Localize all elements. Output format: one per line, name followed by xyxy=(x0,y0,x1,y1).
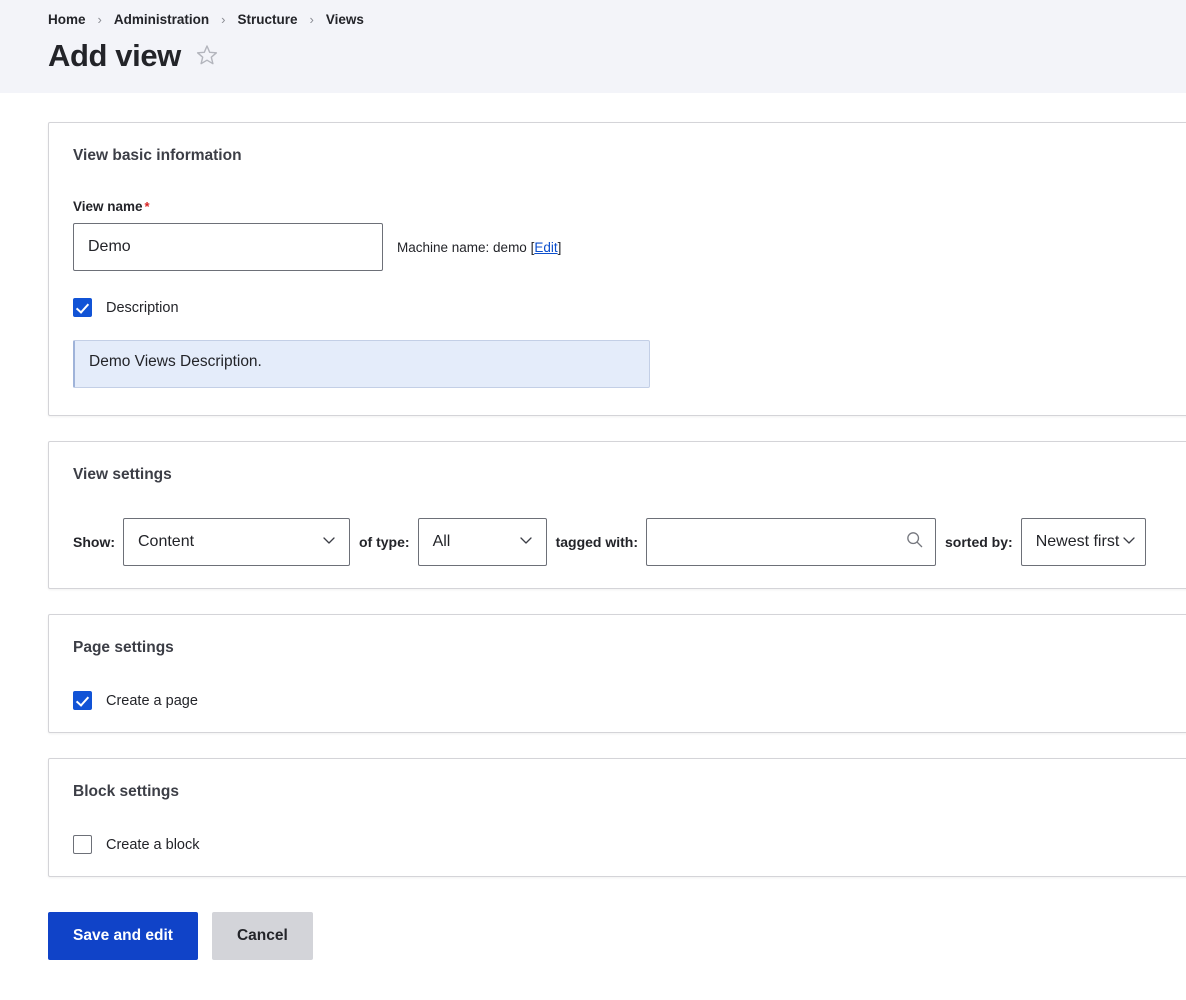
card-block-settings: Block settings Create a block xyxy=(48,758,1186,877)
of-type-select-value: All xyxy=(432,533,451,550)
sorted-by-select[interactable]: Newest first xyxy=(1020,518,1147,566)
card-view-settings: View settings Show: Content of type: All… xyxy=(48,441,1186,589)
description-checkbox-label: Description xyxy=(106,299,179,316)
show-label: Show: xyxy=(73,534,115,550)
view-settings-row: Show: Content of type: All tagged with: xyxy=(73,518,1183,566)
view-name-label: View name * xyxy=(73,199,1183,214)
breadcrumb-item-administration[interactable]: Administration xyxy=(114,12,209,27)
tagged-with-label: tagged with: xyxy=(555,534,638,550)
cancel-button[interactable]: Cancel xyxy=(211,912,313,960)
machine-name-prefix: Machine name: demo [ xyxy=(397,239,535,255)
view-name-input[interactable] xyxy=(73,223,383,271)
machine-name-edit-link[interactable]: Edit xyxy=(534,240,557,255)
description-textarea[interactable] xyxy=(73,340,650,388)
page-header: Home › Administration › Structure › View… xyxy=(0,0,1186,93)
chevron-down-icon xyxy=(1121,532,1137,553)
save-and-edit-button[interactable]: Save and edit xyxy=(48,912,198,960)
required-marker: * xyxy=(144,199,150,214)
chevron-right-icon: › xyxy=(221,11,226,27)
breadcrumb-item-views[interactable]: Views xyxy=(326,12,364,27)
view-name-row: Machine name: demo [Edit] xyxy=(73,223,1183,271)
chevron-down-icon xyxy=(321,532,337,553)
tagged-with-field xyxy=(646,518,936,566)
of-type-label: of type: xyxy=(359,534,410,550)
star-outline-icon[interactable] xyxy=(195,43,219,72)
chevron-right-icon: › xyxy=(309,11,314,27)
section-title-basic-information: View basic information xyxy=(73,147,242,164)
chevron-right-icon: › xyxy=(97,11,102,27)
section-title-view-settings: View settings xyxy=(73,466,172,483)
form-actions: Save and edit Cancel xyxy=(0,902,1186,960)
breadcrumb: Home › Administration › Structure › View… xyxy=(48,8,1186,30)
show-select-value: Content xyxy=(138,533,195,550)
show-select[interactable]: Content xyxy=(123,518,350,566)
chevron-down-icon xyxy=(518,532,534,553)
tagged-with-input[interactable] xyxy=(646,518,936,566)
section-title-page-settings: Page settings xyxy=(73,639,174,656)
create-page-row[interactable]: Create a page xyxy=(73,691,1183,710)
view-name-label-text: View name xyxy=(73,199,143,214)
card-view-basic-information: View basic information View name* Machin… xyxy=(48,122,1186,416)
of-type-select[interactable]: All xyxy=(417,518,547,566)
create-page-checkbox[interactable] xyxy=(73,691,92,710)
section-title-block-settings: Block settings xyxy=(73,783,179,800)
sorted-by-select-value: Newest first xyxy=(1035,533,1120,550)
create-page-label: Create a page xyxy=(106,692,198,709)
description-checkbox[interactable] xyxy=(73,298,92,317)
page-title-row: Add view xyxy=(48,38,1186,73)
create-block-row[interactable]: Create a block xyxy=(73,835,1183,854)
machine-name-text: Machine name: demo [Edit] xyxy=(397,240,561,255)
create-block-label: Create a block xyxy=(106,836,200,853)
card-page-settings: Page settings Create a page xyxy=(48,614,1186,733)
machine-name-suffix: ] xyxy=(557,239,562,255)
breadcrumb-item-home[interactable]: Home xyxy=(48,12,86,27)
description-checkbox-row[interactable]: Description xyxy=(73,298,1183,317)
create-block-checkbox[interactable] xyxy=(73,835,92,854)
sorted-by-label: sorted by: xyxy=(945,534,1013,550)
add-view-form: View basic information View name* Machin… xyxy=(0,93,1186,877)
breadcrumb-item-structure[interactable]: Structure xyxy=(237,12,297,27)
page-title: Add view xyxy=(48,38,181,73)
